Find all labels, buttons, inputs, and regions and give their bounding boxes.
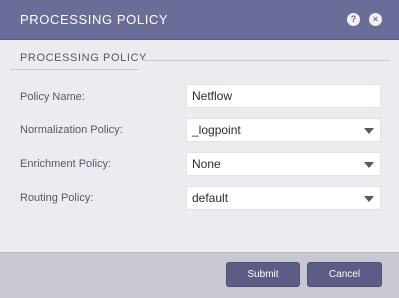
dialog-footer: Submit Cancel — [0, 252, 399, 298]
dialog-body: PROCESSING POLICY Policy Name: Netflow N… — [0, 40, 399, 252]
submit-button[interactable]: Submit — [226, 262, 300, 287]
enrichment-policy-label: Enrichment Policy: — [20, 158, 112, 170]
routing-policy-value: default — [192, 191, 229, 205]
normalization-policy-label: Normalization Policy: — [20, 124, 123, 136]
normalization-policy-value: _logpoint — [192, 123, 241, 137]
section-divider — [142, 60, 390, 61]
processing-policy-dialog: PROCESSING POLICY ? × PROCESSING POLICY … — [0, 0, 399, 298]
routing-policy-label: Routing Policy: — [20, 192, 94, 204]
section-title: PROCESSING POLICY — [20, 52, 147, 64]
normalization-policy-select[interactable]: _logpoint — [186, 118, 381, 142]
dropdown-caret-icon — [364, 128, 374, 134]
dialog-title: PROCESSING POLICY — [20, 12, 169, 27]
policy-name-input[interactable]: Netflow — [186, 84, 381, 108]
enrichment-policy-select[interactable]: None — [186, 152, 381, 176]
policy-name-value: Netflow — [192, 89, 233, 103]
section-underline — [10, 69, 138, 70]
dialog-titlebar: PROCESSING POLICY ? × — [0, 0, 399, 40]
help-icon[interactable]: ? — [347, 13, 360, 26]
routing-policy-select[interactable]: default — [186, 186, 381, 210]
policy-name-label: Policy Name: — [20, 91, 85, 103]
dropdown-caret-icon — [364, 196, 374, 202]
dropdown-caret-icon — [364, 162, 374, 168]
close-icon[interactable]: × — [369, 13, 382, 26]
cancel-button[interactable]: Cancel — [307, 262, 382, 287]
enrichment-policy-value: None — [192, 157, 221, 171]
